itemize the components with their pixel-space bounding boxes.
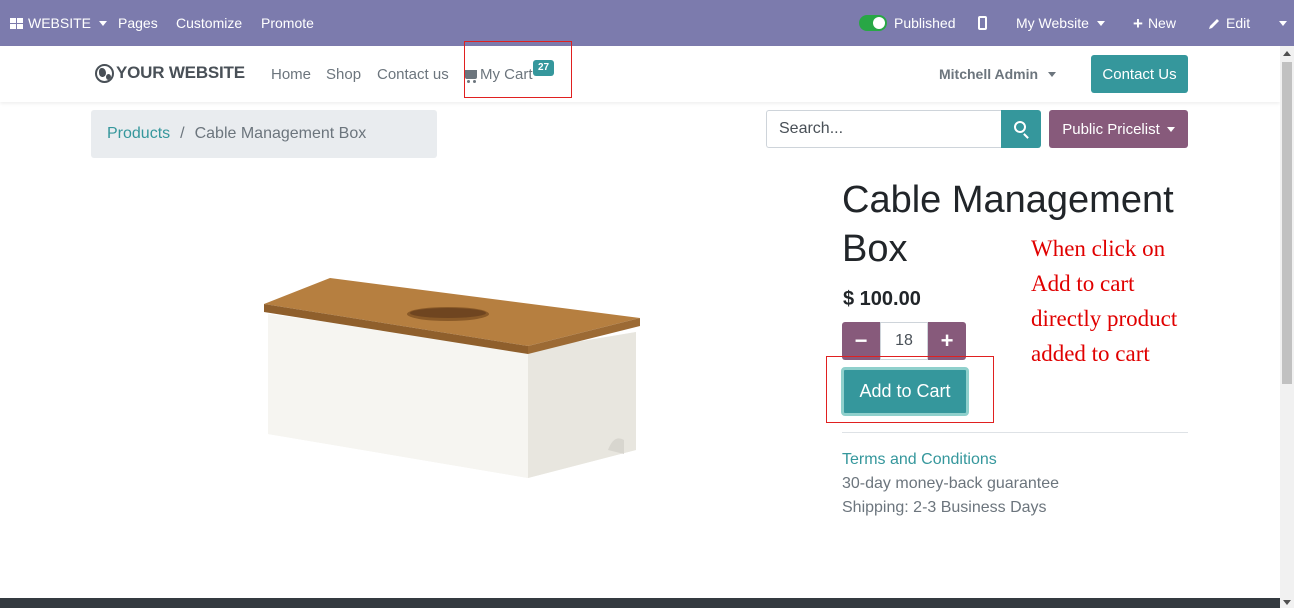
- published-toggle[interactable]: Published: [859, 0, 956, 46]
- divider: [842, 432, 1188, 433]
- site-header: YOUR WEBSITE Home Shop Contact us My Car…: [0, 46, 1280, 102]
- edit-label: Edit: [1226, 15, 1251, 31]
- plus-icon: +: [1133, 13, 1143, 33]
- customize-menu[interactable]: Customize: [176, 0, 242, 46]
- admin-navbar: WEBSITE Pages Customize Promote Publishe…: [0, 0, 1294, 46]
- globe-icon: [95, 63, 114, 83]
- chevron-down-icon: [1048, 71, 1057, 77]
- product-price: $ 100.00: [843, 288, 921, 310]
- chevron-down-icon: [1166, 126, 1175, 132]
- nav-shop[interactable]: Shop: [326, 66, 361, 83]
- guarantee-text: 30-day money-back guarantee: [842, 475, 1060, 492]
- chevron-down-icon: [1096, 20, 1105, 26]
- scroll-down-icon[interactable]: [1283, 600, 1291, 605]
- annotation-note: When click on Add to cart directly produ…: [1031, 236, 1178, 366]
- toggle-switch-icon: [859, 15, 887, 31]
- user-menu[interactable]: Mitchell Admin: [939, 66, 1057, 82]
- nav-home[interactable]: Home: [271, 66, 311, 83]
- scrollbar-thumb[interactable]: [1282, 62, 1292, 384]
- search-button[interactable]: [1001, 110, 1041, 148]
- edit-button[interactable]: Edit: [1208, 0, 1250, 46]
- mobile-icon: [978, 16, 987, 30]
- minus-icon: −: [854, 328, 868, 353]
- pricelist-dropdown[interactable]: Public Pricelist: [1049, 110, 1188, 148]
- plus-icon: +: [940, 328, 954, 353]
- website-menu[interactable]: WEBSITE: [10, 0, 108, 46]
- promote-menu[interactable]: Promote: [261, 0, 314, 46]
- footer: [0, 598, 1280, 608]
- my-website-label: My Website: [1016, 15, 1089, 31]
- breadcrumb-products-link[interactable]: Products: [107, 125, 170, 143]
- breadcrumb-current: Cable Management Box: [194, 125, 367, 142]
- contact-us-button[interactable]: Contact Us: [1091, 55, 1188, 93]
- site-logo[interactable]: YOUR WEBSITE: [95, 63, 245, 83]
- published-label: Published: [894, 15, 956, 31]
- new-button[interactable]: + New: [1133, 0, 1176, 46]
- pencil-icon: [1209, 18, 1219, 29]
- product-image: [264, 278, 640, 478]
- mobile-preview-button[interactable]: [978, 0, 987, 46]
- nav-contact[interactable]: Contact us: [377, 66, 449, 83]
- chevron-down-icon: [99, 20, 108, 26]
- user-name: Mitchell Admin: [939, 66, 1039, 82]
- search-icon: [1014, 121, 1026, 133]
- my-website-menu[interactable]: My Website: [1016, 0, 1105, 46]
- breadcrumb: Products / Cable Management Box: [91, 110, 437, 158]
- website-menu-label: WEBSITE: [28, 15, 92, 31]
- quantity-decrease-button[interactable]: −: [842, 322, 880, 360]
- cart-highlight-box: [464, 41, 572, 98]
- chevron-down-icon: [1279, 20, 1287, 26]
- add-to-cart-highlight-box: [826, 356, 994, 423]
- breadcrumb-separator: /: [180, 125, 185, 142]
- new-label: New: [1147, 15, 1176, 31]
- apps-grid-icon: [10, 17, 23, 29]
- scroll-up-icon[interactable]: [1283, 51, 1291, 56]
- search-input[interactable]: [766, 110, 1001, 148]
- scrollbar[interactable]: [1280, 46, 1294, 608]
- pricelist-label: Public Pricelist: [1062, 120, 1160, 138]
- quantity-increase-button[interactable]: +: [928, 322, 966, 360]
- edit-dropdown-toggle[interactable]: [1276, 0, 1287, 46]
- shipping-text: Shipping: 2-3 Business Days: [842, 499, 1047, 516]
- pages-menu[interactable]: Pages: [118, 0, 158, 46]
- terms-link[interactable]: Terms and Conditions: [842, 451, 997, 469]
- logo-text: YOUR WEBSITE: [116, 63, 245, 82]
- quantity-input[interactable]: [880, 322, 928, 360]
